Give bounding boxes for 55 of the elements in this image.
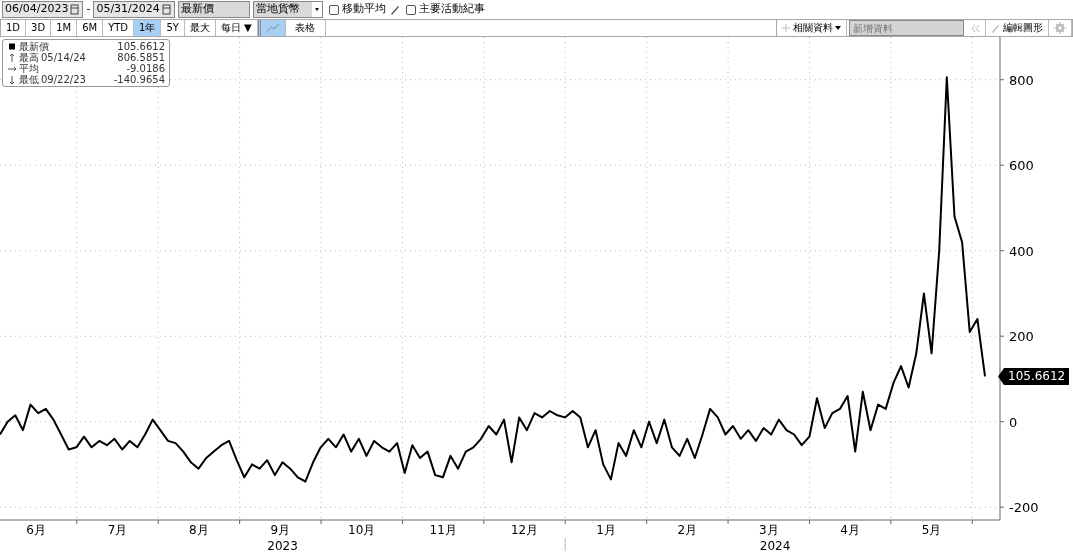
checkbox[interactable]: [328, 4, 339, 15]
legend-value: -140.9654: [113, 74, 165, 85]
year-label: 2024: [759, 539, 791, 551]
high-marker-icon: [7, 52, 17, 63]
x-tick-label: 7月: [107, 523, 128, 537]
pencil-icon[interactable]: [388, 3, 400, 16]
line-chart-button[interactable]: [257, 20, 286, 36]
caret-icon: [835, 26, 842, 30]
date-field[interactable]: 06/04/2023: [2, 1, 84, 18]
legend-date: 09/22/23: [41, 74, 86, 85]
price-field-select[interactable]: 最新價: [177, 1, 250, 18]
dropdown-caret-icon[interactable]: [311, 2, 322, 17]
low-marker-icon: [7, 74, 17, 85]
currency-select[interactable]: 當地貨幣: [252, 1, 323, 18]
x-tick-label: 4月: [840, 523, 860, 537]
checkbox-label: 移動平均: [341, 1, 386, 18]
calendar-icon[interactable]: [70, 4, 81, 15]
y-tick-label: 800: [1009, 72, 1034, 88]
checkbox[interactable]: [405, 4, 416, 15]
date-field[interactable]: 05/31/2024: [93, 1, 175, 18]
legend-label: 最高: [19, 52, 39, 63]
legend-value: 806.5851: [117, 52, 165, 63]
legend-label: 最低: [19, 74, 39, 85]
y-tick-label: 600: [1009, 158, 1034, 174]
checkbox-label: 主要活動紀事: [418, 1, 485, 18]
add-data-field[interactable]: 新增資料: [849, 20, 965, 36]
double-chevron-icon: [971, 23, 981, 33]
y-tick-label: 0: [1009, 414, 1018, 430]
legend-value: 105.6612: [117, 41, 165, 52]
x-tick-label: 12月: [510, 523, 539, 537]
legend-label: 最新價: [19, 41, 49, 52]
x-tick-label: 5月: [921, 523, 942, 537]
date-separator: -: [86, 1, 91, 18]
legend-label: 平均: [19, 63, 39, 74]
y-tick-label: 200: [1009, 329, 1034, 345]
pencil-icon: [991, 23, 1001, 33]
period-button[interactable]: 1年: [134, 20, 162, 36]
calendar-icon[interactable]: [161, 4, 172, 15]
legend-date: 05/14/24: [41, 52, 86, 63]
x-tick-label: 10月: [348, 523, 376, 537]
x-tick-label: 11月: [429, 523, 457, 537]
x-tick-label: 6月: [26, 523, 46, 537]
year-label: 2023: [267, 539, 298, 551]
x-tick-label: 2月: [677, 523, 698, 537]
plus-icon: [781, 24, 790, 32]
price-tag: 105.6612: [998, 367, 1070, 385]
legend-value: -9.0186: [126, 63, 165, 74]
settings-icon: [1054, 22, 1066, 34]
x-tick-label: 9月: [270, 523, 291, 537]
y-tick-label: -200: [1009, 500, 1039, 516]
x-tick-label: 8月: [189, 523, 209, 537]
y-tick-label: 400: [1009, 243, 1034, 259]
last-marker-icon: [7, 41, 17, 52]
x-tick-label: 1月: [596, 523, 616, 537]
x-tick-label: 3月: [758, 523, 779, 537]
